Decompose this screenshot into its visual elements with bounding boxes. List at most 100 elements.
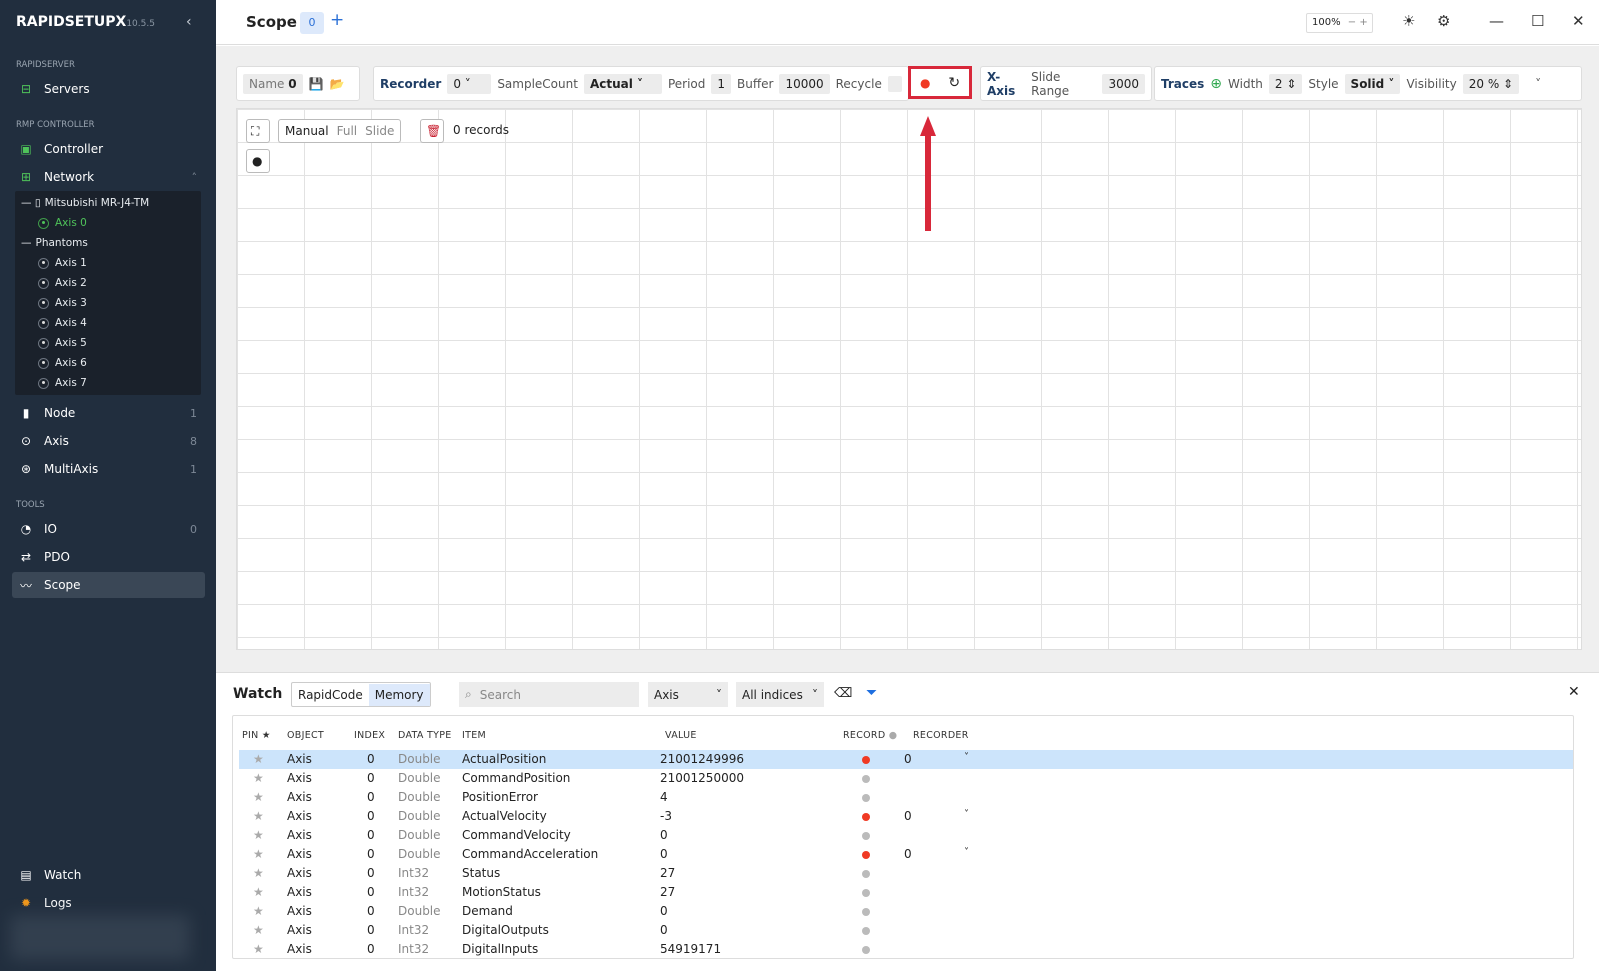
tab-count-badge[interactable]: 0 <box>300 12 324 34</box>
pin-star-icon[interactable]: ★ <box>253 771 264 785</box>
pin-star-icon[interactable]: ★ <box>253 828 264 842</box>
width-stepper[interactable]: 2 ⇕ <box>1268 73 1303 94</box>
collapse-sidebar-icon[interactable]: ‹ <box>186 14 192 30</box>
record-toggle[interactable] <box>862 775 870 783</box>
gear-icon[interactable]: ⚙ <box>1437 12 1450 30</box>
style-select[interactable]: Solid ˅ <box>1344 73 1401 94</box>
zoom-control[interactable]: 100% − + <box>1306 13 1373 33</box>
pin-star-icon[interactable]: ★ <box>253 809 264 823</box>
pin-star-icon[interactable]: ★ <box>253 923 264 937</box>
tree-phantom-axis[interactable]: Axis 6 <box>38 354 87 372</box>
samplecount-select[interactable]: Actual ˅ <box>583 73 662 94</box>
table-row[interactable]: ★ Axis 0 Int32 MotionStatus 27 <box>239 883 1573 902</box>
col-object[interactable]: OBJECT <box>287 730 324 741</box>
chevron-up-icon[interactable]: ˄ <box>192 171 198 184</box>
col-datatype[interactable]: DATA TYPE <box>398 730 452 741</box>
close-watch-icon[interactable]: ✕ <box>1568 684 1580 700</box>
record-toggle[interactable] <box>862 908 870 916</box>
table-row[interactable]: ★ Axis 0 Double CommandVelocity 0 <box>239 826 1573 845</box>
pin-star-icon[interactable]: ★ <box>253 790 264 804</box>
object-filter-select[interactable]: Axis ˅ <box>648 682 728 707</box>
period-input[interactable]: 1 <box>711 73 732 94</box>
table-row[interactable]: ★ Axis 0 Int32 DigitalInputs 54919171 <box>239 940 1573 958</box>
pin-star-icon[interactable]: ★ <box>253 847 264 861</box>
sidebar-item-logs[interactable]: ✹ Logs <box>12 890 205 916</box>
tab-memory[interactable]: Memory <box>368 683 430 706</box>
table-row[interactable]: ★ Axis 0 Double PositionError 4 <box>239 788 1573 807</box>
col-record[interactable]: RECORD ● <box>843 730 897 741</box>
record-toggle[interactable] <box>862 832 870 840</box>
table-row[interactable]: ★ Axis 0 Double ActualPosition 210012499… <box>239 750 1573 769</box>
tree-phantom-axis[interactable]: Axis 1 <box>38 254 87 272</box>
close-icon[interactable]: ✕ <box>1572 12 1585 30</box>
chevron-down-icon[interactable]: ˅ <box>964 847 969 858</box>
refresh-icon[interactable]: ↻ <box>948 75 960 91</box>
recycle-checkbox[interactable] <box>887 75 902 92</box>
fit-icon[interactable]: ⛶ <box>246 119 270 143</box>
col-pin[interactable]: PIN ★ <box>242 730 271 741</box>
buffer-input[interactable]: 10000 <box>779 73 830 94</box>
table-row[interactable]: ★ Axis 0 Double CommandPosition 21001250… <box>239 769 1573 788</box>
folder-open-icon[interactable]: 📂 <box>330 77 345 91</box>
theme-icon[interactable]: ☀ <box>1402 12 1415 30</box>
tree-phantom-axis[interactable]: Axis 5 <box>38 334 87 352</box>
record-toggle[interactable] <box>862 870 870 878</box>
clear-filter-icon[interactable]: ⌫ <box>834 686 852 701</box>
tree-phantom-axis[interactable]: Axis 7 <box>38 374 87 392</box>
add-tab-icon[interactable]: + <box>330 10 344 30</box>
mode-full[interactable]: Full <box>337 124 358 138</box>
sidebar-item-pdo[interactable]: ⇄ PDO <box>12 544 205 570</box>
recorder-select[interactable]: 0 <box>904 847 912 861</box>
name-field[interactable]: Name 0 <box>243 73 303 94</box>
tree-phantom-axis[interactable]: Axis 3 <box>38 294 87 312</box>
add-trace-icon[interactable]: ⊕ <box>1210 76 1222 92</box>
pin-star-icon[interactable]: ★ <box>253 942 264 956</box>
record-icon[interactable]: ● <box>920 76 930 90</box>
recorder-select[interactable]: 0 ˅ <box>447 73 492 94</box>
scope-chart[interactable]: ⛶ Manual Full Slide 🗑 0 records ● -10-9-… <box>233 108 1582 705</box>
chevron-down-icon[interactable]: ˅ <box>1535 77 1541 91</box>
record-toggle[interactable] <box>862 946 870 954</box>
sidebar-item-controller[interactable]: ▣ Controller <box>12 136 205 162</box>
slide-range-input[interactable]: 3000 <box>1102 73 1145 94</box>
tree-phantom-axis[interactable]: Axis 2 <box>38 274 87 292</box>
sidebar-item-multiaxis[interactable]: ⊛ MultiAxis 1 <box>12 456 205 482</box>
maximize-icon[interactable]: ☐ <box>1531 12 1544 30</box>
table-row[interactable]: ★ Axis 0 Int32 DigitalOutputs 0 <box>239 921 1573 940</box>
table-row[interactable]: ★ Axis 0 Double ActualVelocity -3 0 ˅ <box>239 807 1573 826</box>
pin-star-icon[interactable]: ★ <box>253 866 264 880</box>
tree-phantom-axis[interactable]: Axis 4 <box>38 314 87 332</box>
minimize-icon[interactable]: — <box>1489 12 1504 30</box>
zoom-out-icon[interactable]: − <box>1348 17 1356 28</box>
table-row[interactable]: ★ Axis 0 Double CommandAcceleration 0 0 ˅ <box>239 845 1573 864</box>
delete-records-icon[interactable]: 🗑 <box>420 119 444 143</box>
sidebar-item-watch[interactable]: ▤ Watch <box>12 862 205 888</box>
sidebar-item-servers[interactable]: ⊟ Servers <box>12 76 205 102</box>
sidebar-item-scope[interactable]: 〰 Scope <box>12 572 205 598</box>
mode-slide[interactable]: Slide <box>365 124 394 138</box>
record-dot-icon[interactable]: ● <box>246 149 270 173</box>
chevron-down-icon[interactable]: ˅ <box>964 752 969 763</box>
record-toggle[interactable] <box>862 794 870 802</box>
sidebar-item-axis[interactable]: ⊙ Axis 8 <box>12 428 205 454</box>
pin-star-icon[interactable]: ★ <box>253 885 264 899</box>
pin-star-icon[interactable]: ★ <box>253 752 264 766</box>
table-row[interactable]: ★ Axis 0 Int32 Status 27 <box>239 864 1573 883</box>
save-icon[interactable]: 💾 <box>309 77 324 91</box>
table-row[interactable]: ★ Axis 0 Double Demand 0 <box>239 902 1573 921</box>
sidebar-item-node[interactable]: ▮ Node 1 <box>12 400 205 426</box>
record-toggle[interactable] <box>862 813 870 821</box>
tree-phantoms[interactable]: — Phantoms <box>21 234 88 252</box>
tab-rapidcode[interactable]: RapidCode <box>292 684 369 706</box>
col-item[interactable]: ITEM <box>462 730 486 741</box>
record-toggle[interactable] <box>862 851 870 859</box>
filter-icon[interactable]: ⏷ <box>866 685 877 701</box>
sidebar-item-io[interactable]: ◔ IO 0 <box>12 516 205 542</box>
record-toggle[interactable] <box>862 927 870 935</box>
recorder-select[interactable]: 0 <box>904 809 912 823</box>
col-recorder[interactable]: RECORDER <box>913 730 969 741</box>
recorder-select[interactable]: 0 <box>904 752 912 766</box>
chevron-down-icon[interactable]: ˅ <box>964 809 969 820</box>
sidebar-item-network[interactable]: ⊞ Network ˄ <box>12 164 205 190</box>
record-toggle[interactable] <box>862 889 870 897</box>
